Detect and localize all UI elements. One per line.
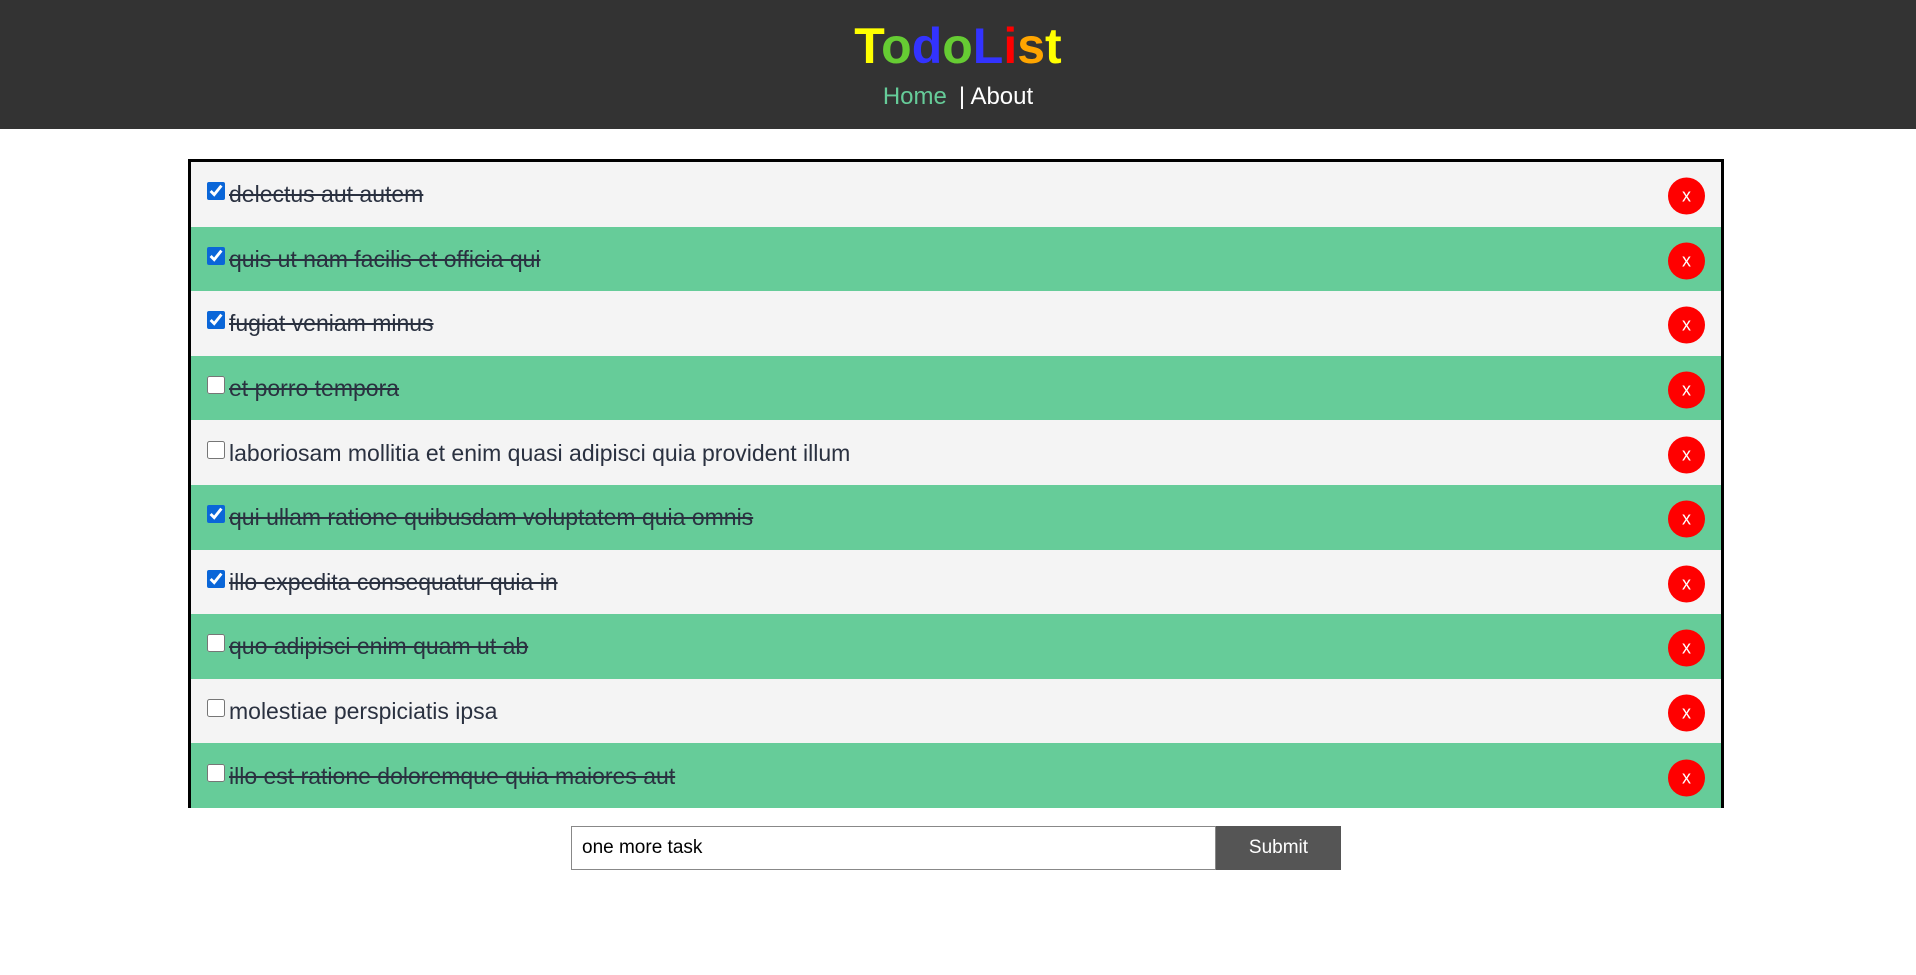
delete-todo-button[interactable]: x — [1668, 177, 1705, 215]
new-todo-input[interactable] — [571, 826, 1216, 870]
logo-letter: s — [1017, 18, 1046, 74]
todo-item: qui ullam ratione quibusdam voluptatem q… — [191, 484, 1721, 550]
todo-item: fugiat veniam minus x — [191, 291, 1721, 356]
todo-title: et porro tempora — [229, 375, 400, 402]
todo-checkbox[interactable] — [207, 569, 225, 588]
todo-checkbox[interactable] — [207, 311, 225, 330]
add-todo-form: Submit — [571, 826, 1341, 870]
todo-checkbox[interactable] — [207, 763, 225, 782]
delete-todo-button[interactable]: x — [1668, 371, 1705, 409]
todo-item: quo adipisci enim quam ut ab x — [191, 614, 1721, 679]
delete-todo-button[interactable]: x — [1668, 436, 1705, 474]
delete-todo-button[interactable]: x — [1668, 242, 1705, 280]
submit-button[interactable]: Submit — [1216, 826, 1341, 870]
logo-letter: t — [1045, 18, 1062, 74]
todo-checkbox[interactable] — [207, 505, 225, 524]
todo-title: quo adipisci enim quam ut ab — [229, 633, 529, 660]
logo-letter: L — [972, 18, 1004, 74]
todo-item: delectus aut autem x — [191, 162, 1721, 227]
todo-item: illo expedita consequatur quia in x — [191, 549, 1721, 615]
todo-checkbox[interactable] — [207, 246, 225, 265]
todo-list: delectus aut autem x quis ut nam facilis e… — [188, 159, 1724, 808]
app-logo: TodoList — [0, 16, 1916, 76]
delete-todo-button[interactable]: x — [1668, 629, 1705, 667]
todo-title: illo expedita consequatur quia in — [229, 568, 558, 595]
app-header: TodoList Home | About — [0, 0, 1916, 129]
delete-todo-button[interactable]: x — [1668, 565, 1705, 603]
delete-todo-button[interactable]: x — [1668, 500, 1705, 538]
todo-title: quis ut nam facilis et officia qui — [229, 245, 541, 272]
todo-checkbox[interactable] — [207, 440, 225, 459]
todo-title: molestiae perspiciatis ipsa — [229, 698, 498, 725]
delete-todo-button[interactable]: x — [1668, 694, 1705, 732]
delete-todo-button[interactable]: x — [1668, 759, 1705, 797]
logo-letter: d — [911, 18, 943, 74]
todo-checkbox[interactable] — [207, 376, 225, 395]
todo-title: delectus aut autem — [229, 181, 424, 208]
todo-checkbox[interactable] — [207, 182, 225, 201]
todo-item: et porro tempora x — [191, 355, 1721, 421]
nav-about-link[interactable]: About — [970, 83, 1033, 110]
todo-title: illo est ratione doloremque quia maiores… — [229, 762, 676, 789]
logo-letter: o — [942, 18, 973, 74]
todo-checkbox[interactable] — [207, 634, 225, 653]
todo-item: quis ut nam facilis et officia qui x — [191, 226, 1721, 292]
todo-title: qui ullam ratione quibusdam voluptatem q… — [229, 504, 754, 531]
todo-item: laboriosam mollitia et enim quasi adipis… — [191, 420, 1721, 485]
logo-letter: T — [854, 18, 882, 74]
todo-item: illo est ratione doloremque quia maiores… — [191, 743, 1721, 808]
logo-letter: i — [1003, 18, 1018, 74]
nav-separator: | — [958, 83, 966, 110]
todo-checkbox[interactable] — [207, 699, 225, 718]
nav-home-link[interactable]: Home — [883, 83, 947, 110]
main-nav: Home | About — [0, 82, 1916, 112]
delete-todo-button[interactable]: x — [1668, 306, 1705, 344]
todo-item: molestiae perspiciatis ipsa x — [191, 678, 1721, 744]
logo-letter: o — [881, 18, 912, 74]
todo-title: fugiat veniam minus — [229, 310, 434, 337]
todo-title: laboriosam mollitia et enim quasi adipis… — [229, 439, 851, 466]
